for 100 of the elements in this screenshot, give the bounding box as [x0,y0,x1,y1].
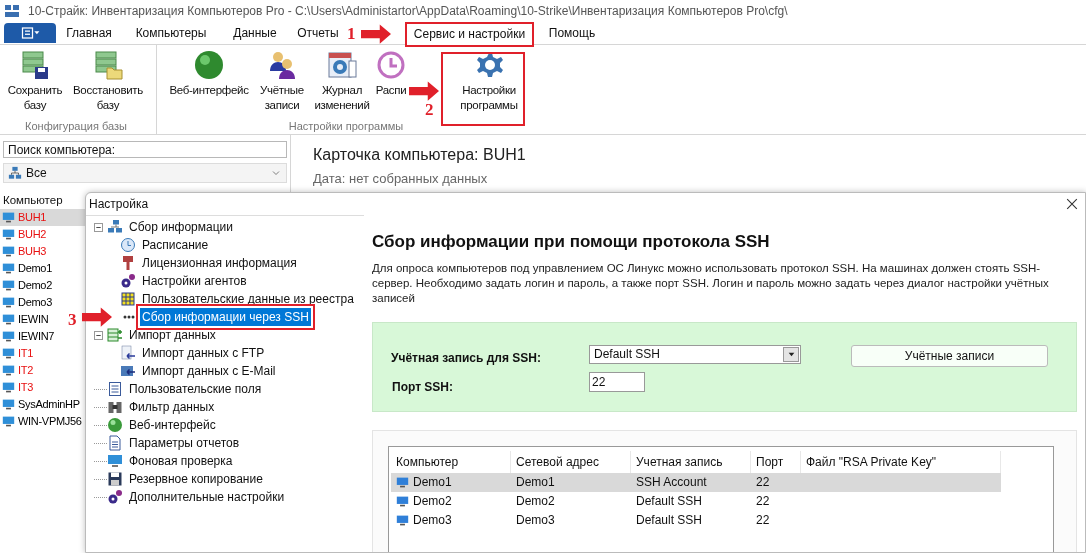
monitor-icon [2,330,15,343]
table-cell-text: Demo3 [413,512,452,529]
tree-item[interactable]: Расписание [140,236,211,254]
table-row[interactable]: Demo1 Demo1 SSH Account 22 [391,472,1001,492]
ribbon-button[interactable]: Сохранить базу [4,49,66,113]
import-icon [107,327,123,343]
group-label: Конфигурация базы [25,118,127,134]
ribbon-tab[interactable]: Главная [56,22,122,44]
monitor-icon [2,211,15,224]
tree-item[interactable]: Лицензионная информация [140,254,299,272]
column-header[interactable]: Компьютер [391,450,511,473]
accounts-button[interactable]: Учётные записи [851,344,1048,367]
table-cell-text: Demo1 [413,474,452,491]
window-title: 10-Страйк: Инвентаризация Компьютеров Pro - C:\Users\Administartor\AppData\Roaming\10-Strike\Инвентаризация Компьютеров Pro\cfg\ [28,3,788,20]
database-folder-icon [92,49,124,81]
computer-name: IEWIN [18,312,49,328]
ribbon-button[interactable]: Восстановить базу [68,49,148,113]
import-icon [120,345,136,361]
ribbon-tab[interactable]: Данные [220,22,290,44]
ribbon-button[interactable]: Распи [375,49,407,98]
ribbon-tab[interactable]: Отчеты [290,22,346,44]
tree-item[interactable]: Настройки агентов [140,272,249,290]
computer-name: Demo3 [18,295,52,311]
computer-name: IT2 [18,363,33,379]
monitor-icon [2,415,15,428]
ribbon-button[interactable]: Журнал изменений [311,49,373,113]
tree-item[interactable]: Фильтр данных [127,398,217,416]
ribbon-button[interactable]: Веб-интерфейс [165,49,253,98]
tree-item[interactable]: Сбор информации [127,218,235,236]
ribbon-tab[interactable]: Помощь [534,22,610,44]
tree-item[interactable]: Импорт данных с FTP [140,344,267,362]
tree-item[interactable]: Веб-интерфейс [127,416,218,434]
ribbon-tab[interactable]: Компьютеры [122,22,220,44]
section-heading: Сбор информации при помощи протокола SSH [372,231,771,253]
section-description: Для опроса компьютеров под управлением ОС Линукс можно использовать протокол SSH. На машинах должен стоять SSH-сервер. Необходимо задать логин и пароль, а также порт SSH. Логин и пароль можно задать через диалог настройки учётных записей [372,260,1050,306]
table-cell-text: Default SSH [636,493,703,510]
table-row[interactable]: Demo2 Demo2 Default SSH 22 [391,491,1001,511]
computer-name: BUH1 [18,210,47,226]
column-header[interactable]: Сетевой адрес [511,450,631,473]
computer-list-item[interactable]: IT2 [0,362,34,379]
computer-list-item[interactable]: IT3 [0,379,34,396]
account-label: Учётная запись для SSH: [391,349,541,367]
account-dropdown[interactable]: Default SSH [589,344,801,364]
filter-dropdown[interactable]: Все [3,163,287,183]
monitor-icon [2,262,15,275]
computer-name: BUH3 [18,244,47,260]
computer-list-item[interactable]: SysAdminHP [0,396,81,413]
tree-item[interactable]: Резервное копирование [127,470,265,488]
computer-list-item[interactable]: Demo3 [0,294,53,311]
table-cell-text: Default SSH [636,512,703,529]
tree-toggle[interactable] [94,330,103,340]
computer-list-item[interactable]: IEWIN [0,311,50,328]
tree-item[interactable]: Импорт данных с E-Mail [140,362,278,380]
port-label: Порт SSH: [392,378,453,396]
tree-item[interactable]: Пользовательские поля [127,380,264,398]
monitor-icon [107,453,123,469]
computer-list-item[interactable]: IT1 [0,345,34,362]
computer-list-item[interactable]: Demo1 [0,260,53,277]
monitor-icon [2,347,15,360]
tree-toggle[interactable] [94,222,103,232]
table-row[interactable]: Demo3 Demo3 Default SSH 22 [391,510,1001,530]
computer-name: Demo2 [18,278,52,294]
computer-name: WIN-VPMJ56 [18,414,82,430]
ribbon-button[interactable]: Настройки программы [451,49,527,113]
list-icon [107,381,123,397]
computer-list-item[interactable]: IEWIN7 [0,328,56,345]
table-cell-text: Demo3 [516,512,555,529]
network-icon [107,219,123,235]
file-menu-button[interactable] [4,23,56,43]
table-cell-text: Demo2 [516,493,555,510]
computer-list-item[interactable]: BUH3 [0,243,48,260]
column-header[interactable]: Файл "RSA Private Key" [801,450,1001,473]
close-button[interactable] [1065,197,1079,211]
tree-item[interactable]: Параметры отчетов [127,434,242,452]
table-cell-text: 22 [756,512,770,529]
table-cell-text: SSH Account [636,474,707,491]
search-field[interactable]: Поиск компьютера: [3,141,287,158]
tree-item[interactable]: Фоновая проверка [127,452,235,470]
arrow-icon [409,80,439,102]
monitor-icon [2,296,15,309]
binoculars-icon [107,399,123,415]
group-label: Настройки программы [288,118,404,134]
arrow-icon [82,306,112,328]
account-value: Default SSH [594,346,662,363]
port-field[interactable]: 22 [589,371,645,392]
monitor-icon [2,245,15,258]
tree-item[interactable]: Дополнительные настройки [127,488,287,506]
monitor-icon [396,494,409,508]
computer-list-item[interactable]: WIN-VPMJ56 [0,413,83,430]
grid-icon [120,291,136,307]
arrow-icon [361,23,391,45]
ribbon-button[interactable]: Учётные записи [255,49,309,113]
computer-list-item[interactable]: BUH2 [0,226,48,243]
document-icon [107,435,123,451]
column-header[interactable]: Учетная запись [631,450,751,473]
tree-item[interactable]: Пользовательские данные из реестра [140,290,356,308]
tree-item[interactable]: Импорт данных [127,326,218,344]
column-header[interactable]: Порт [751,450,801,473]
computer-list-item[interactable]: Demo2 [0,277,53,294]
monitor-icon [2,398,15,411]
